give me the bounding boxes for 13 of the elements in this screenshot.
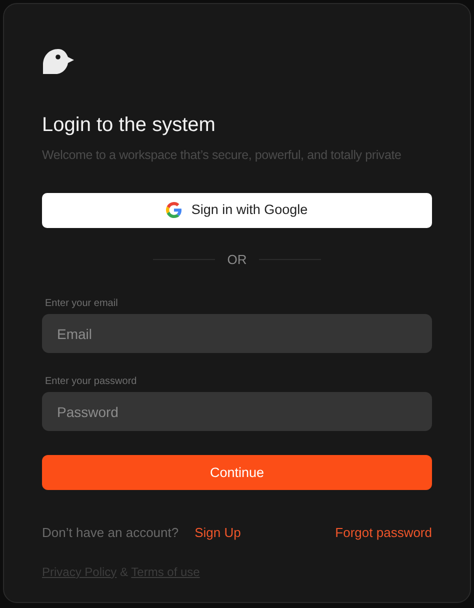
forgot-password-link[interactable]: Forgot password [335,523,432,543]
input-field[interactable]: Email [42,314,432,354]
bird-logo-icon [42,48,75,74]
input-field[interactable]: Password [42,392,432,432]
signup-prompt: Don’t have an account? [42,524,179,542]
google-logo-icon [166,202,182,218]
field-label: Enter your password [45,375,138,390]
login-title: Login to the system [42,113,216,138]
field-label: Enter your email [45,297,119,312]
sign-up-link[interactable]: Sign Up [194,523,241,543]
google-sign-in-button[interactable]: Sign in with Google [42,192,432,228]
continue-button[interactable]: Continue [42,455,432,490]
divider-label: OR [227,250,247,269]
